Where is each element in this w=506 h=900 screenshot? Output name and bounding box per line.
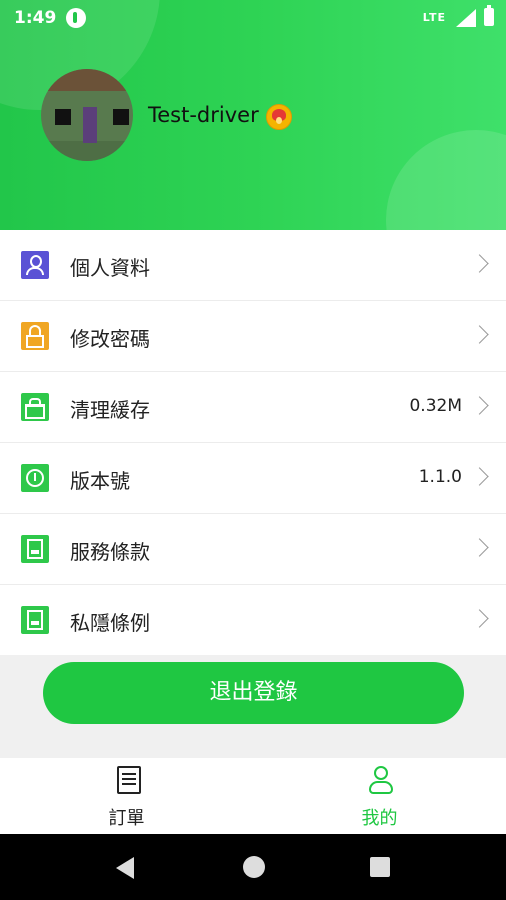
chevron-right-icon: [470, 325, 489, 344]
menu-item-terms[interactable]: 服務條款: [0, 514, 506, 585]
menu-item-profile[interactable]: 個人資料: [0, 230, 506, 301]
home-icon[interactable]: [243, 856, 265, 878]
chevron-right-icon: [470, 396, 489, 415]
logout-button[interactable]: 退出登錄: [43, 662, 464, 724]
menu-item-version[interactable]: 版本號 1.1.0: [0, 443, 506, 514]
settings-menu: 個人資料 修改密碼 清理緩存 0.32M 版本號 1.1.0 服務條款 私隱條例: [0, 230, 506, 655]
back-icon[interactable]: [116, 857, 134, 879]
menu-item-label: 私隱條例: [70, 611, 150, 635]
cache-size: 0.32M: [409, 396, 462, 416]
menu-item-label: 個人資料: [70, 256, 150, 280]
recents-icon[interactable]: [370, 857, 390, 877]
lock-icon: [21, 322, 49, 350]
chevron-right-icon: [470, 538, 489, 557]
tab-mine[interactable]: 我的: [253, 758, 506, 834]
profile-icon: [367, 766, 393, 796]
tab-label: 我的: [361, 808, 398, 829]
chevron-right-icon: [470, 467, 489, 486]
status-time: 1:49: [14, 8, 57, 28]
profile-header: 1:49 LTE Test-driver: [0, 0, 506, 230]
battery-icon: [484, 5, 494, 26]
menu-item-label: 清理緩存: [70, 398, 150, 422]
orders-icon: [117, 766, 141, 794]
version-number: 1.1.0: [418, 467, 462, 487]
document-icon: [21, 606, 49, 634]
header-decoration: [386, 130, 506, 230]
menu-item-privacy[interactable]: 私隱條例: [0, 585, 506, 655]
username: Test-driver: [148, 103, 259, 127]
tab-label: 訂單: [108, 808, 145, 829]
signal-icon: [456, 9, 476, 27]
app-notification-icon: [66, 8, 86, 28]
medal-icon: [266, 104, 292, 130]
menu-item-change-password[interactable]: 修改密碼: [0, 301, 506, 372]
chevron-right-icon: [470, 254, 489, 273]
chevron-right-icon: [470, 609, 489, 628]
person-icon: [21, 251, 49, 279]
tab-orders[interactable]: 訂單: [0, 758, 253, 834]
basket-icon: [21, 393, 49, 421]
menu-item-label: 版本號: [70, 469, 130, 493]
avatar[interactable]: [41, 69, 133, 161]
info-icon: [21, 464, 49, 492]
system-navigation-bar: [0, 834, 506, 900]
status-bar: 1:49 LTE: [0, 0, 506, 36]
network-type: LTE: [422, 11, 446, 24]
document-icon: [21, 535, 49, 563]
bottom-navigation: 訂單 我的: [0, 758, 506, 834]
menu-item-label: 修改密碼: [70, 327, 150, 351]
menu-item-label: 服務條款: [70, 540, 150, 564]
menu-item-clear-cache[interactable]: 清理緩存 0.32M: [0, 372, 506, 443]
